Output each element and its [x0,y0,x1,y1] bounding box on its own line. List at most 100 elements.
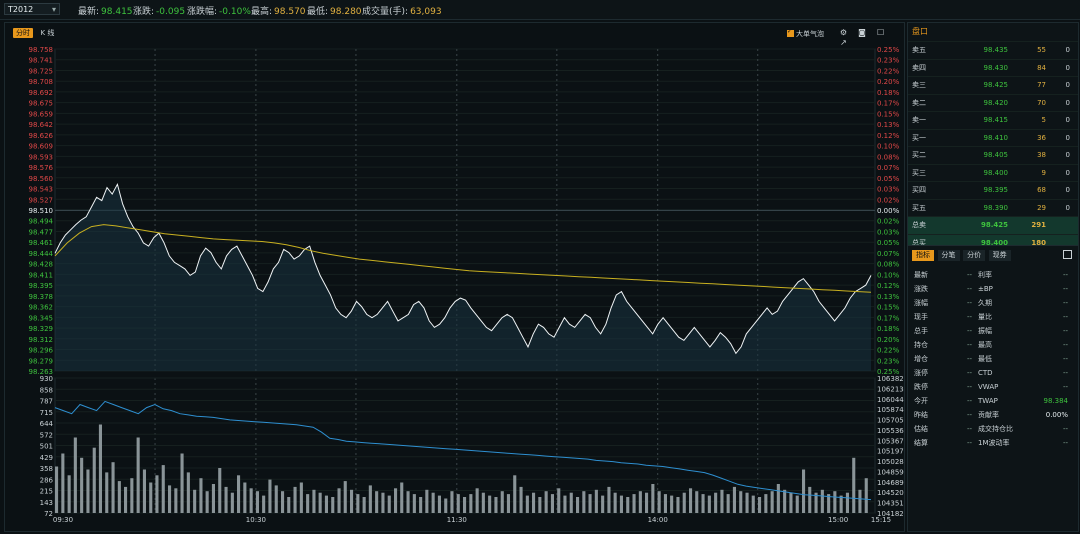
stat-label: 跌停 [914,383,928,391]
orderbook-level-label: 卖一 [912,116,926,124]
volume-bar [481,492,485,513]
stat-label: 总手 [914,327,928,335]
volume-bar [230,492,234,513]
y-tick-label: 98.758 [29,46,54,54]
tab-price-dist[interactable]: 分价 [963,250,986,261]
volume-bar [732,486,736,513]
volume-bar [795,495,799,513]
orderbook-price: 98.425 [983,81,1009,89]
orderbook-price: 98.405 [983,151,1009,159]
quote-value: 98.280 [330,7,362,17]
orderbook-total-label: 总卖 [912,221,926,229]
y-pct-tick-label: 0.20% [877,336,900,344]
orderbook-price: 98.420 [983,98,1009,107]
y-tick-label: 98.593 [29,153,54,161]
y-tick-label: 98.279 [29,357,54,365]
orderbook-change: 0 [1065,133,1070,142]
orderbook-total-price: 98.425 [980,221,1008,229]
volume-bar [758,497,762,513]
volume-bar [739,491,743,513]
orderbook-level-label: 买三 [912,168,926,177]
stats-row: 今开 -- TWAP 98.384 [908,394,1078,408]
oi-tick-label: 105197 [877,448,904,456]
orderbook-row: 卖一 98.415 5 0 [908,111,1078,129]
orderbook-row: 卖五 98.435 55 0 [908,41,1078,59]
volume-bar [180,453,184,513]
volume-bar [243,482,247,513]
stat-label: 最新 [914,271,928,279]
volume-bar [563,495,567,513]
stat-label: VWAP [978,383,999,391]
stat-label: 成交持仓比 [978,425,1013,433]
volume-bar [174,488,178,513]
y-tick-label: 98.312 [29,336,54,344]
volume-bar [199,478,203,513]
tab-spot-bonds[interactable]: 现券 [988,250,1011,261]
orderbook-change: 0 [1065,81,1070,89]
volume-bar [663,494,667,513]
stat-value: -- [1062,425,1068,433]
volume-bar [764,494,768,513]
volume-bar [224,486,228,513]
stat-value: -- [1062,355,1068,363]
volume-bar [55,466,59,513]
symbol-selector[interactable]: T2012 ▾ [4,3,60,15]
volume-bar [105,472,109,513]
volume-bar [682,492,686,513]
price-area [55,184,871,371]
panel-square-icon[interactable] [1063,250,1072,259]
tab-ticks[interactable]: 分笔 [937,250,960,261]
volume-bar [306,494,310,513]
y-pct-tick-label: 0.02% [877,196,900,204]
volume-bar [820,489,824,513]
x-tick-label: 10:30 [246,516,266,524]
volume-bar [274,485,278,513]
x-tick-label: 11:30 [447,516,467,524]
volume-tick-label: 358 [40,465,53,473]
y-pct-tick-label: 0.10% [877,271,900,279]
stats-row: 涨跌 -- ±BP -- [908,282,1078,296]
volume-bar [689,488,693,513]
volume-bar [117,481,121,513]
orderbook-price: 98.400 [983,168,1009,177]
volume-bar [645,492,649,513]
volume-bar [444,498,448,513]
orderbook-row: 卖三 98.425 77 0 [908,76,1078,94]
stat-value: -- [966,383,972,391]
volume-bar [626,497,630,513]
quote-item: 成交量(手): 63,093 [362,4,442,17]
stat-label: ±BP [978,285,993,293]
orderbook-row: 买五 98.390 29 0 [908,198,1078,217]
oi-tick-label: 105536 [877,427,904,435]
orderbook-qty: 38 [1037,151,1046,159]
volume-bar [714,492,718,513]
volume-bar [193,489,197,513]
y-pct-tick-label: 0.22% [877,67,900,75]
y-tick-label: 98.659 [29,110,54,118]
volume-bar [211,484,215,513]
orderbook-panel: 盘口 卖五 98.435 55 0 卖四 98.430 84 0 卖三 98.425 77 0 卖二 98… [907,22,1079,252]
oi-tick-label: 106044 [877,396,904,404]
volume-bar [431,492,435,513]
stats-row: 最新 -- 利率 -- [908,268,1078,282]
orderbook-qty: 29 [1037,203,1046,212]
stat-label: 涨幅 [914,299,928,307]
orderbook-qty: 36 [1037,133,1046,142]
stat-label: 现手 [914,313,928,321]
stats-row: 结算 -- 1M波动率 -- [908,436,1078,450]
volume-tick-label: 429 [40,454,53,462]
y-pct-tick-label: 0.02% [877,218,900,226]
volume-bar [833,491,837,513]
orderbook-level-label: 买五 [912,203,926,212]
volume-bar [155,475,159,513]
volume-bar [331,497,335,513]
quote-item: 最新: 98.415 [78,4,133,17]
orderbook-qty: 55 [1037,46,1046,54]
volume-bar [387,495,391,513]
tab-indicators[interactable]: 指标 [912,250,934,261]
volume-bar [281,491,285,513]
oi-tick-label: 105705 [877,417,904,425]
volume-bar [469,494,473,513]
stat-label: TWAP [978,397,998,405]
stat-value: -- [966,327,972,335]
